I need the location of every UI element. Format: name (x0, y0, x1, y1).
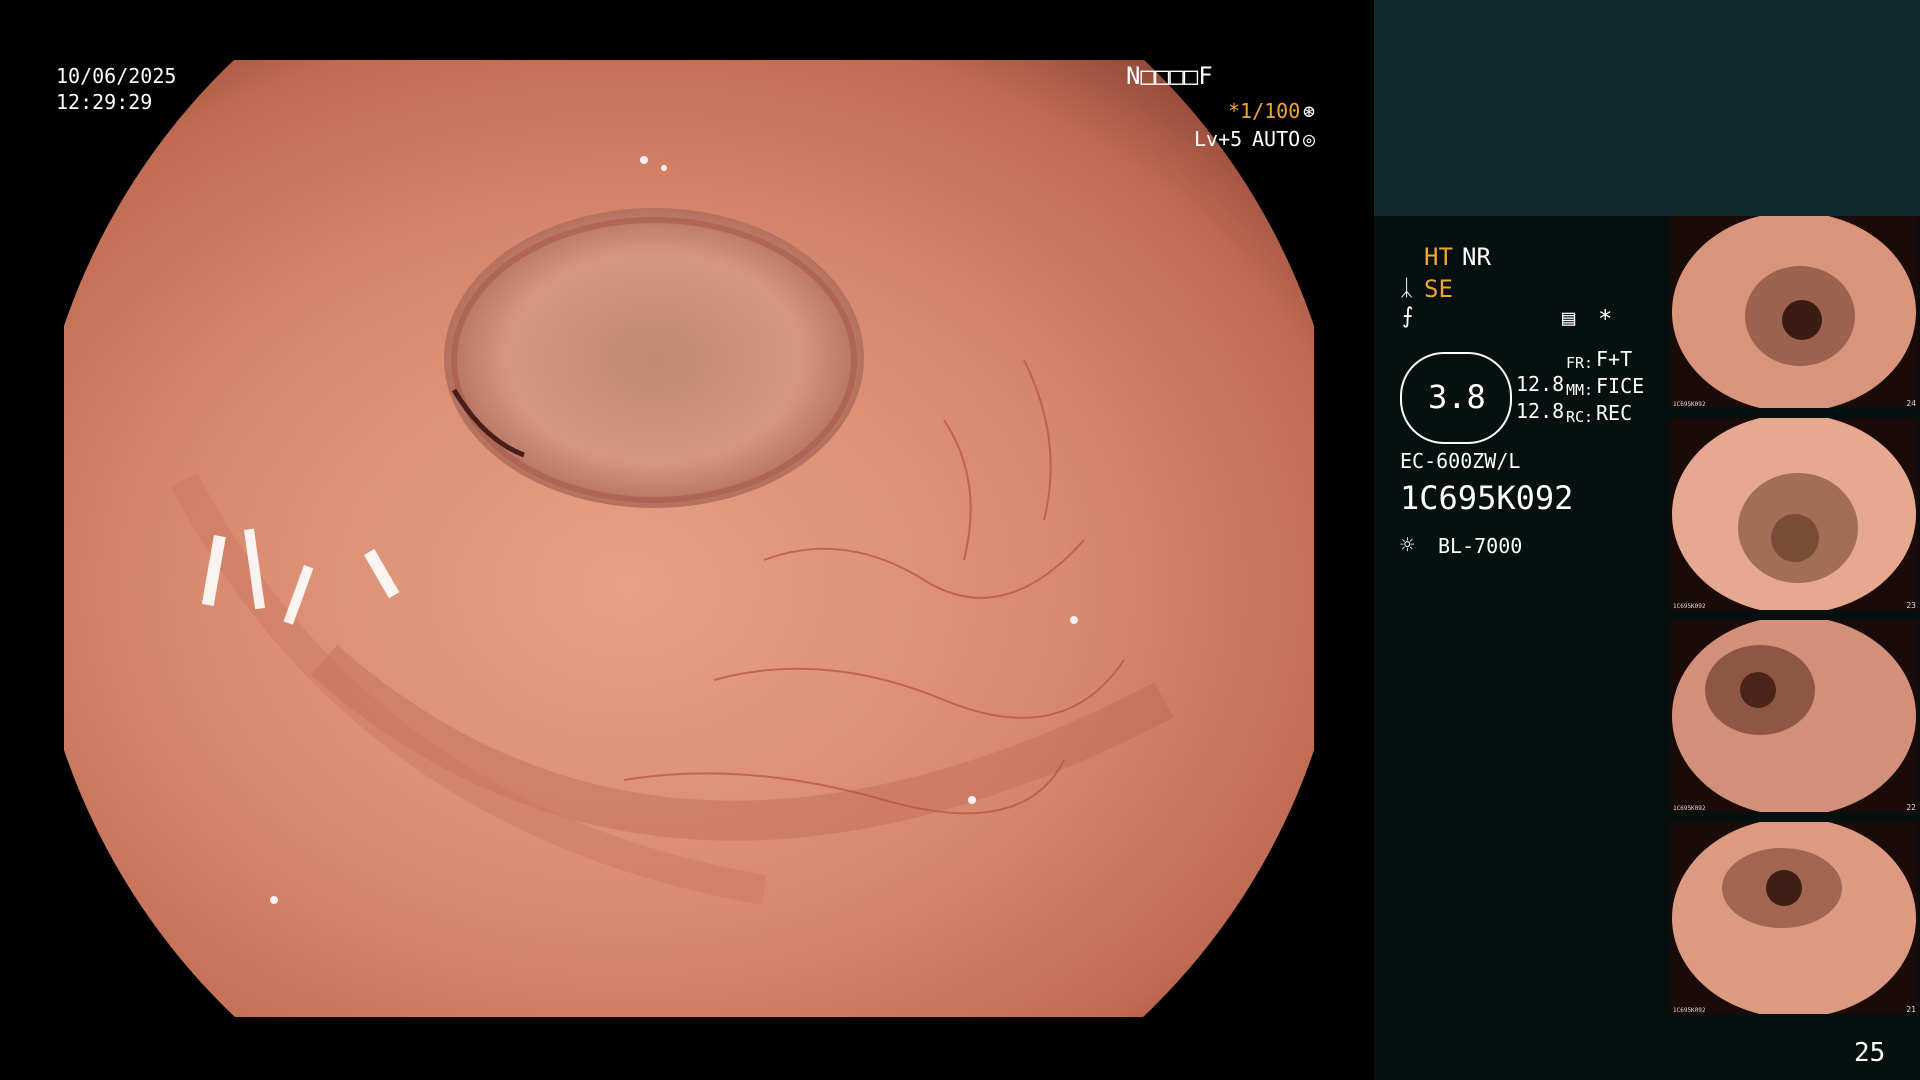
auto-iris-icon: ◎ (1303, 127, 1316, 151)
endoscope-view (64, 60, 1314, 1017)
scope-model: EC-600ZW/L (1400, 449, 1521, 473)
star-label: * (1598, 305, 1613, 333)
mm-value: FICE (1596, 374, 1645, 398)
thumbnail-id: 1C695K092 (1673, 805, 1706, 812)
freeze-icon: ⨍ (1402, 304, 1414, 329)
value-1: 12.8 (1516, 372, 1565, 396)
se-label: SE (1424, 275, 1453, 303)
thumbnail-number: 24 (1906, 399, 1916, 408)
shutter-text: *1/100 (1228, 99, 1301, 123)
thumbnail-id: 1C695K092 (1673, 401, 1706, 408)
rc-label: RC: (1566, 408, 1594, 426)
fr-value: F+T (1596, 347, 1633, 371)
thumbnail[interactable]: 1C695K092 21 (1670, 822, 1918, 1014)
thumbnail-id: 1C695K092 (1673, 603, 1706, 610)
mode-text: AUTO (1252, 127, 1301, 151)
enhance-icon: ᛣ (1400, 276, 1414, 301)
patient-id-label: N□□□□F (1126, 62, 1213, 90)
info-panel-header (1374, 0, 1920, 216)
gauge-value: 3.8 (1428, 378, 1486, 416)
thumbnail-number: 21 (1906, 1005, 1916, 1014)
fr-label: FR: (1566, 354, 1594, 372)
nr-label: NR (1462, 243, 1491, 271)
value-2: 12.8 (1516, 399, 1565, 423)
image-count: 25 (1854, 1038, 1886, 1068)
shutter-icon: ⊛ (1303, 99, 1316, 123)
thumbnail[interactable]: 1C695K092 22 (1670, 620, 1918, 812)
thumbnail[interactable]: 1C695K092 23 (1670, 418, 1918, 610)
thumbnail[interactable]: 1C695K092 24 (1670, 216, 1918, 408)
level-text: Lv+5 (1194, 127, 1243, 151)
serial-number: 1C695K092 (1400, 479, 1574, 517)
thumbnail-id: 1C695K092 (1673, 1007, 1706, 1014)
menu-icon: ▤ (1562, 306, 1576, 331)
light-source: BL-7000 (1438, 534, 1523, 558)
thumbnail-number: 22 (1906, 803, 1916, 812)
thumbnail-number: 23 (1906, 601, 1916, 610)
ht-label: HT (1424, 243, 1453, 271)
light-icon: ☼ (1400, 531, 1415, 559)
mm-label: MM: (1566, 381, 1594, 399)
time-text: 12:29:29 (56, 90, 153, 114)
rc-value: REC (1596, 401, 1633, 425)
date-text: 10/06/2025 (56, 64, 177, 88)
